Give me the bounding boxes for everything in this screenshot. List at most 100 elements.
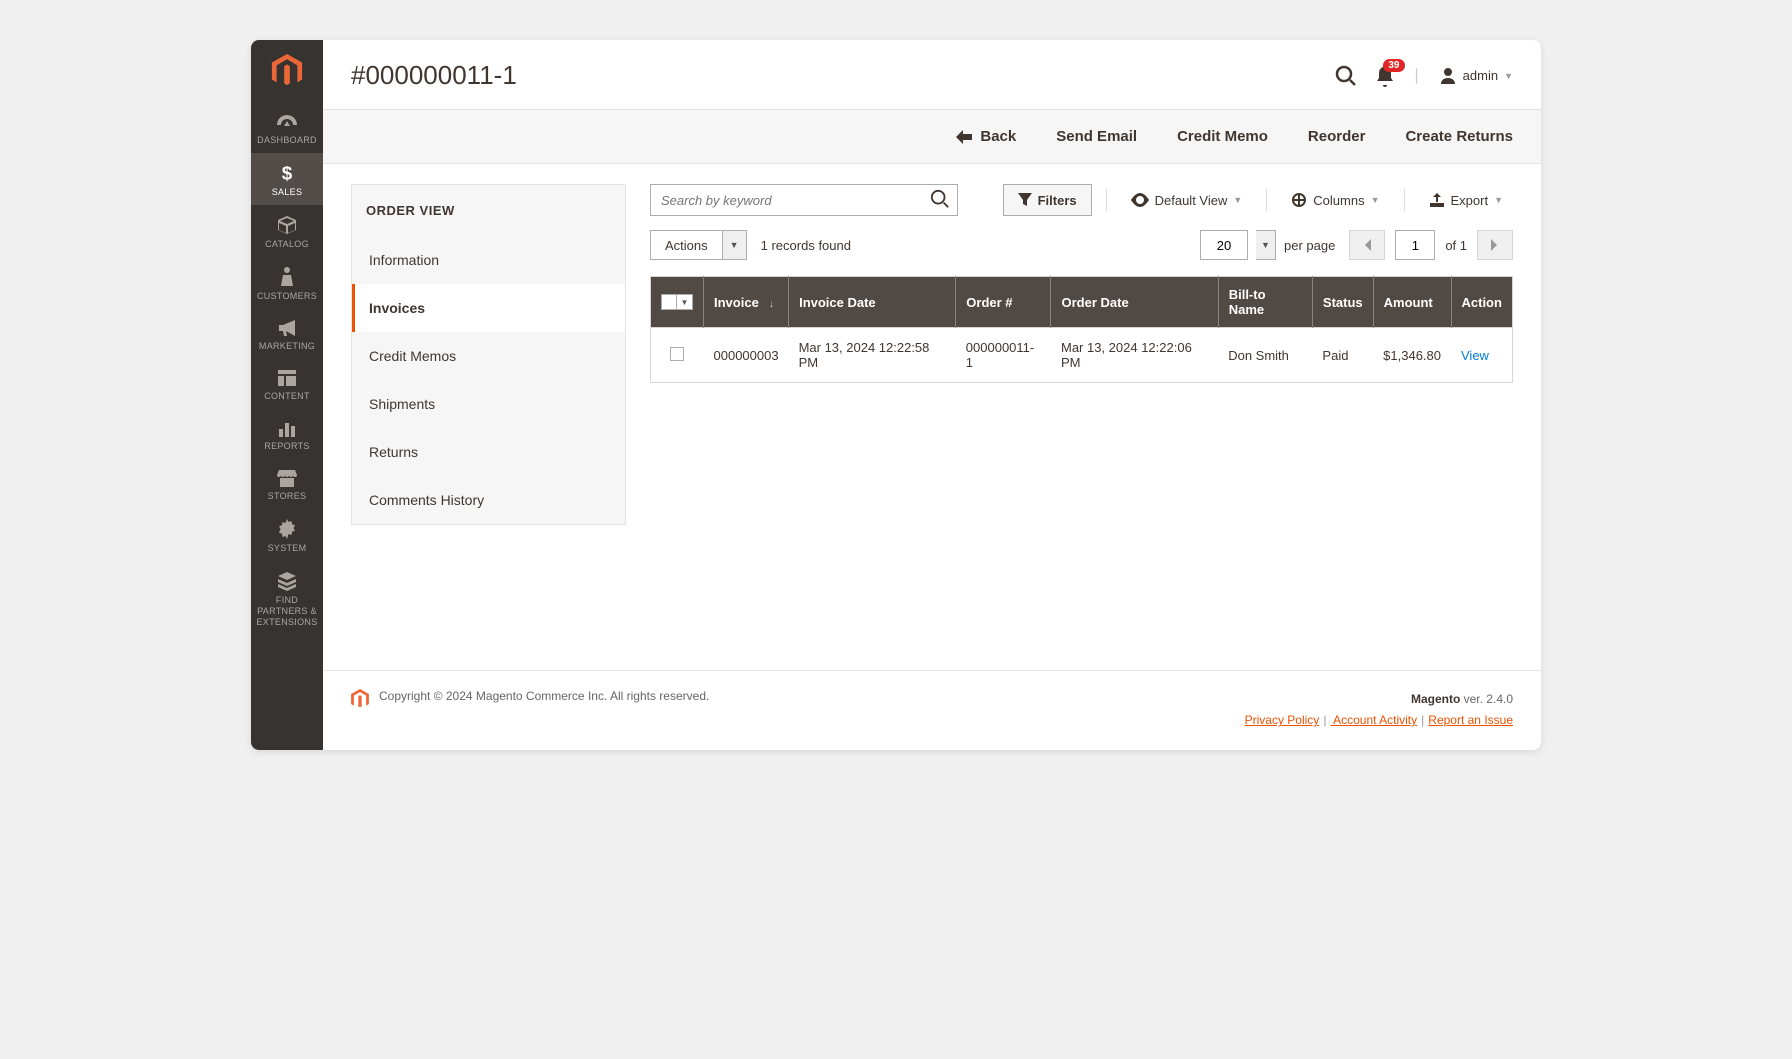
footer: Copyright © 2024 Magento Commerce Inc. A…	[323, 670, 1541, 750]
columns-icon	[1291, 192, 1307, 208]
chevron-left-icon	[1363, 239, 1371, 251]
separator	[1404, 189, 1405, 211]
col-order-no[interactable]: Order #	[956, 277, 1051, 328]
user-label: admin	[1463, 68, 1498, 83]
table-row[interactable]: 000000003 Mar 13, 2024 12:22:58 PM 00000…	[651, 328, 1513, 383]
chevron-down-icon: ▼	[1233, 195, 1242, 205]
copyright-text: Copyright © 2024 Magento Commerce Inc. A…	[379, 689, 709, 703]
col-status[interactable]: Status	[1312, 277, 1373, 328]
actions-label[interactable]: Actions	[650, 230, 723, 260]
tab-label: Comments History	[369, 492, 484, 508]
search-input[interactable]	[650, 184, 958, 216]
sidebar-item-sales[interactable]: $ SALES	[251, 153, 323, 205]
col-bill-to[interactable]: Bill-to Name	[1218, 277, 1312, 328]
chevron-down-icon: ▼	[1494, 195, 1503, 205]
chevron-down-icon: ▼	[1371, 195, 1380, 205]
main-content: #000000011-1 39 | admin ▼	[323, 40, 1541, 750]
view-link[interactable]: View	[1461, 348, 1489, 363]
select-all-checkbox[interactable]	[661, 294, 677, 310]
sidebar-item-label: CONTENT	[264, 391, 310, 401]
sidebar-item-label: STORES	[268, 491, 307, 501]
grid-area: Filters Default View ▼ Columns ▼	[650, 184, 1541, 383]
tab-credit-memos[interactable]: Credit Memos	[352, 332, 625, 380]
account-activity-link[interactable]: Account Activity	[1330, 713, 1417, 727]
button-label: Reorder	[1308, 128, 1366, 145]
credit-memo-button[interactable]: Credit Memo	[1177, 128, 1268, 145]
storefront-icon	[277, 469, 297, 487]
version-text: Magento ver. 2.4.0	[719, 689, 1513, 711]
sidebar-item-label: MARKETING	[259, 341, 315, 351]
invoices-table: ▼ Invoice↓ Invoice Date Order # Order Da…	[650, 276, 1513, 383]
top-icons: 39 | admin ▼	[1335, 65, 1514, 87]
col-invoice-date[interactable]: Invoice Date	[789, 277, 956, 328]
chevron-down-icon[interactable]: ▼	[723, 230, 747, 260]
grid-toolbar: Filters Default View ▼ Columns ▼	[650, 184, 1513, 216]
privacy-link[interactable]: Privacy Policy	[1245, 713, 1320, 727]
sidebar-item-customers[interactable]: CUSTOMERS	[251, 257, 323, 309]
tab-information[interactable]: Information	[352, 236, 625, 284]
tab-comments-history[interactable]: Comments History	[352, 476, 625, 524]
dropdown-label: Default View	[1155, 193, 1228, 208]
columns-dropdown[interactable]: Columns ▼	[1281, 192, 1389, 208]
button-label: Create Returns	[1405, 128, 1513, 145]
default-view-dropdown[interactable]: Default View ▼	[1121, 193, 1253, 208]
back-button[interactable]: Back	[956, 128, 1016, 145]
export-dropdown[interactable]: Export ▼	[1419, 193, 1514, 208]
next-page-button[interactable]	[1477, 230, 1513, 260]
send-email-button[interactable]: Send Email	[1056, 128, 1137, 145]
page-number-input[interactable]	[1395, 230, 1435, 260]
tab-label: Information	[369, 252, 439, 268]
col-label: Order #	[966, 295, 1012, 310]
notification-badge: 39	[1383, 59, 1404, 72]
prev-page-button[interactable]	[1349, 230, 1385, 260]
tab-returns[interactable]: Returns	[352, 428, 625, 476]
export-icon	[1429, 193, 1445, 207]
cell-invoice: 000000003	[704, 328, 789, 383]
sidebar-item-label: FIND PARTNERS & EXTENSIONS	[253, 595, 321, 627]
pagination: of 1	[1349, 230, 1513, 260]
global-search-button[interactable]	[1335, 65, 1357, 87]
search-icon[interactable]	[930, 189, 950, 214]
sidebar-item-dashboard[interactable]: DASHBOARD	[251, 103, 323, 153]
col-amount[interactable]: Amount	[1373, 277, 1451, 328]
sidebar-item-stores[interactable]: STORES	[251, 459, 323, 509]
button-label: Credit Memo	[1177, 128, 1268, 145]
sidebar-item-partners[interactable]: FIND PARTNERS & EXTENSIONS	[251, 561, 323, 635]
col-invoice[interactable]: Invoice↓	[704, 277, 789, 328]
cell-order-no: 000000011-1	[956, 328, 1051, 383]
sidebar-item-content[interactable]: CONTENT	[251, 359, 323, 409]
sidebar-item-system[interactable]: SYSTEM	[251, 509, 323, 561]
cell-bill-to: Don Smith	[1218, 328, 1312, 383]
col-label: Action	[1462, 295, 1502, 310]
reorder-button[interactable]: Reorder	[1308, 128, 1366, 145]
create-returns-button[interactable]: Create Returns	[1405, 128, 1513, 145]
arrow-left-icon	[956, 130, 972, 144]
sidebar-item-reports[interactable]: REPORTS	[251, 409, 323, 459]
notifications-button[interactable]: 39	[1375, 65, 1395, 87]
separator	[1106, 189, 1107, 211]
sidebar-item-label: SALES	[272, 187, 303, 197]
report-issue-link[interactable]: Report an Issue	[1428, 713, 1513, 727]
tab-shipments[interactable]: Shipments	[352, 380, 625, 428]
topbar: #000000011-1 39 | admin ▼	[323, 40, 1541, 109]
col-select[interactable]: ▼	[651, 277, 704, 328]
col-label: Order Date	[1061, 295, 1128, 310]
order-view-header: ORDER VIEW	[352, 185, 625, 236]
records-count: 1 records found	[761, 238, 851, 253]
button-label: Filters	[1038, 193, 1077, 208]
sidebar-item-label: CUSTOMERS	[257, 291, 317, 301]
chevron-down-icon[interactable]: ▼	[677, 294, 693, 310]
sidebar-item-marketing[interactable]: MARKETING	[251, 309, 323, 359]
user-menu[interactable]: admin ▼	[1439, 67, 1513, 85]
sidebar-item-label: REPORTS	[264, 441, 309, 451]
chevron-down-icon[interactable]: ▼	[1256, 230, 1276, 260]
filters-button[interactable]: Filters	[1003, 184, 1092, 216]
sidebar-item-catalog[interactable]: CATALOG	[251, 205, 323, 257]
row-checkbox[interactable]	[670, 347, 684, 361]
page-total: of 1	[1445, 238, 1467, 253]
user-icon	[1439, 67, 1457, 85]
tab-invoices[interactable]: Invoices	[352, 284, 625, 332]
col-order-date[interactable]: Order Date	[1051, 277, 1218, 328]
bulk-actions-dropdown[interactable]: Actions ▼	[650, 230, 747, 260]
per-page-input[interactable]	[1200, 230, 1248, 260]
